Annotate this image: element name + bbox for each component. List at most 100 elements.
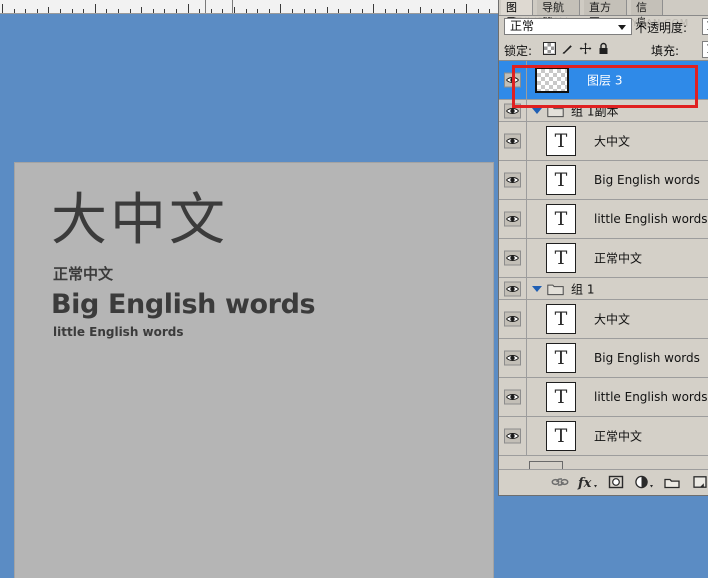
layer-list[interactable]: 图层 3 组 1副本 T 大中文 T Big English words Tlittle E… (499, 61, 708, 469)
layer-visibility-cell[interactable] (499, 161, 527, 199)
panel-tab-0[interactable]: 图层 (501, 0, 533, 29)
eye-icon[interactable] (504, 389, 521, 405)
layer-visibility-cell[interactable] (499, 61, 527, 99)
eye-icon[interactable] (504, 72, 521, 88)
folder-icon (547, 282, 564, 295)
layer-visibility-cell[interactable] (499, 200, 527, 238)
layer-visibility-cell[interactable] (499, 239, 527, 277)
fill-input[interactable]: 100 (702, 41, 708, 58)
blend-mode-select[interactable]: 正常 (504, 18, 632, 35)
layer-visibility-cell[interactable] (499, 378, 527, 416)
layer-name: Big English words (594, 351, 700, 365)
layer-name: 大中文 (594, 312, 631, 327)
lock-all-icon[interactable] (597, 42, 610, 55)
lock-image-pixels-icon[interactable] (561, 42, 574, 55)
add-layer-mask-icon[interactable] (605, 474, 627, 492)
layer-group-row[interactable]: 组 1副本 (499, 100, 708, 122)
ruler-tick (257, 9, 258, 13)
ruler-tick (420, 7, 421, 13)
layer-visibility-cell[interactable] (499, 122, 527, 160)
layer-row[interactable]: T 大中文 (499, 300, 708, 339)
layer-visibility-cell[interactable] (499, 278, 527, 299)
layer-name: 正常中文 (594, 251, 643, 266)
layer-style-fx-icon[interactable]: fx (577, 474, 599, 492)
ruler-tick (396, 9, 397, 13)
layer-row[interactable]: T 正常中文 (499, 239, 708, 278)
ruler-tick (466, 4, 467, 13)
opacity-input[interactable]: 100 (702, 18, 708, 35)
ruler-tick (431, 9, 432, 13)
ruler-tick (327, 7, 328, 13)
layer-row[interactable]: T 大中文 (499, 122, 708, 161)
lock-position-icon[interactable] (579, 42, 592, 55)
blend-opacity-row: 正常 不透明度: 100 (499, 16, 708, 37)
layer-group-row[interactable]: 组 1 (499, 278, 708, 300)
layer-visibility-cell[interactable] (499, 100, 527, 121)
ruler-tick (130, 9, 131, 13)
panel-tab-2[interactable]: 直方图 (584, 0, 627, 29)
ruler-tick (25, 9, 26, 13)
lock-transparent-pixels-icon[interactable] (543, 42, 556, 55)
panel-tab-3[interactable]: 信息 (631, 0, 663, 29)
ruler-tick (443, 9, 444, 13)
layer-name: 图层 3 (587, 73, 623, 88)
layer-row[interactable]: T Big English words (499, 161, 708, 200)
eye-icon[interactable] (504, 172, 521, 188)
ruler-tick (222, 9, 223, 13)
panel-tab-1[interactable]: 导航器 (537, 0, 580, 29)
ruler-tick (211, 9, 212, 13)
chevron-down-icon (618, 25, 626, 30)
blend-mode-value: 正常 (510, 19, 535, 33)
link-layers-icon[interactable] (549, 474, 571, 492)
ruler-tick (246, 9, 247, 13)
chevron-down-icon[interactable] (532, 285, 542, 292)
layer-visibility-cell[interactable] (499, 417, 527, 455)
eye-icon[interactable] (504, 103, 521, 118)
layer-thumbnail-text: T (546, 382, 576, 412)
eye-icon[interactable] (504, 211, 521, 227)
lock-label: 锁定: (504, 44, 533, 58)
opacity-label: 不透明度: (635, 21, 688, 35)
ruler-tick (164, 9, 165, 13)
eye-icon[interactable] (504, 311, 521, 327)
layer-row[interactable]: Tlittle English words (499, 378, 708, 417)
lock-fill-row: 锁定: 填充: 100 (499, 38, 708, 61)
document-canvas[interactable]: 大中文 正常中文 Big English words little Englis… (15, 163, 493, 578)
ruler-tick (141, 7, 142, 13)
new-layer-icon[interactable] (689, 474, 708, 492)
new-group-folder-icon[interactable] (661, 474, 683, 492)
eye-icon[interactable] (504, 250, 521, 266)
layer-group-name: 组 1副本 (571, 104, 619, 118)
canvas-text-normal-chinese: 正常中文 (53, 265, 114, 283)
ruler-tick (408, 9, 409, 13)
layer-thumbnail-text: T (546, 343, 576, 373)
layer-row[interactable]: Tlittle English words (499, 200, 708, 239)
layer-thumbnail-text: T (546, 421, 576, 451)
ruler-tick (118, 9, 119, 13)
layer-visibility-cell[interactable] (499, 339, 527, 377)
ruler-guide-marker (205, 0, 206, 13)
layer-row[interactable]: T Big English words (499, 339, 708, 378)
ruler-tick (385, 9, 386, 13)
ruler-tick (280, 4, 281, 13)
adjustment-layer-icon[interactable] (633, 474, 655, 492)
layer-row[interactable]: 图层 3 (499, 61, 708, 100)
layer-name: Big English words (594, 173, 700, 187)
layer-row[interactable]: T 正常中文 (499, 417, 708, 456)
eye-icon[interactable] (504, 350, 521, 366)
ruler-tick (48, 7, 49, 13)
ruler-tick (373, 4, 374, 13)
eye-icon[interactable] (504, 133, 521, 149)
ruler-tick (478, 9, 479, 13)
ruler-tick (315, 9, 316, 13)
layer-visibility-cell[interactable] (499, 300, 527, 338)
ruler-tick (350, 9, 351, 13)
ruler-tick (2, 4, 3, 13)
eye-icon[interactable] (504, 428, 521, 444)
chevron-down-icon[interactable] (532, 107, 542, 114)
ruler-tick (60, 9, 61, 13)
eye-icon[interactable] (504, 281, 521, 296)
layers-panel-footer: fx (499, 469, 708, 495)
svg-text:fx: fx (577, 476, 592, 490)
ruler-tick (72, 9, 73, 13)
